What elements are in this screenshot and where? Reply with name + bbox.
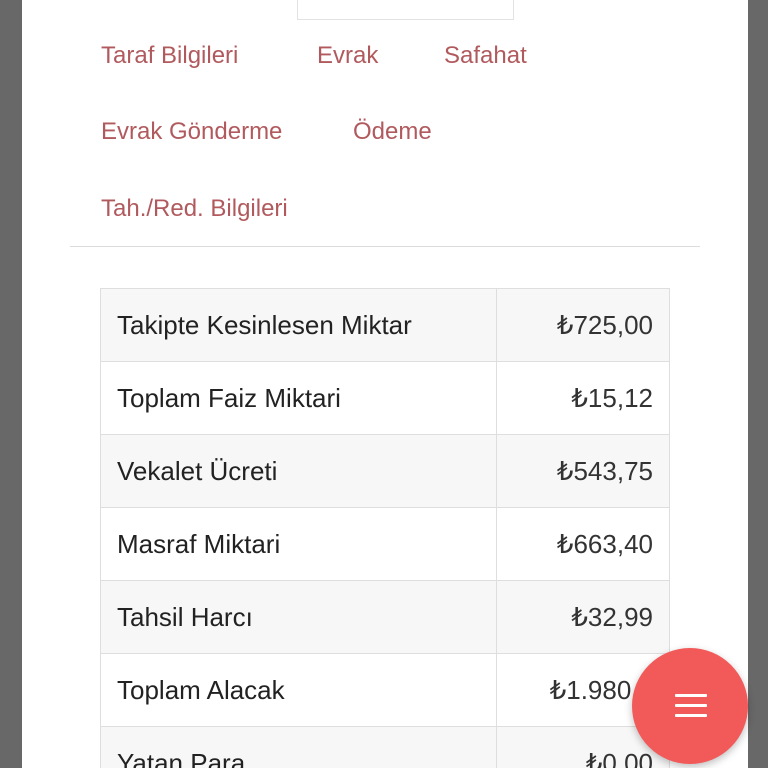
row-value: ₺543,75 [496,434,670,508]
row-label: Vekalet Ücreti [100,434,497,508]
table-row: Tahsil Harcı ₺32,99 [100,580,670,654]
row-label: Tahsil Harcı [100,580,497,654]
table-row: Takipte Kesinlesen Miktar ₺725,00 [100,288,670,362]
tab-tah-red-bilgileri[interactable]: Tah./Red. Bilgileri [101,194,288,224]
table-row: Yatan Para ₺0,00 [100,726,670,768]
row-label: Masraf Miktari [100,507,497,581]
menu-fab-button[interactable] [632,648,748,764]
table-row: Toplam Alacak ₺1.980,2 [100,653,670,727]
row-value: ₺725,00 [496,288,670,362]
amount-summary-table: Takipte Kesinlesen Miktar ₺725,00 Toplam… [100,288,670,768]
top-tab-border-right [513,0,514,20]
row-value: ₺663,40 [496,507,670,581]
table-row: Toplam Faiz Miktari ₺15,12 [100,361,670,435]
top-tab-border-left [297,0,298,20]
tab-taraf-bilgileri[interactable]: Taraf Bilgileri [101,41,238,71]
tab-odeme[interactable]: Ödeme [353,117,432,147]
case-detail-card: Taraf Bilgileri Evrak Safahat Evrak Gönd… [22,0,748,768]
row-label: Takipte Kesinlesen Miktar [100,288,497,362]
top-tab-border-bottom [298,19,514,20]
tab-evrak[interactable]: Evrak [317,41,378,71]
row-label: Yatan Para [100,726,497,768]
tab-safahat[interactable]: Safahat [444,41,527,71]
table-row: Masraf Miktari ₺663,40 [100,507,670,581]
row-label: Toplam Faiz Miktari [100,361,497,435]
row-value: ₺15,12 [496,361,670,435]
tabs-divider [70,246,700,247]
row-label: Toplam Alacak [100,653,497,727]
tab-evrak-gonderme[interactable]: Evrak Gönderme [101,117,282,147]
table-row: Vekalet Ücreti ₺543,75 [100,434,670,508]
row-value: ₺32,99 [496,580,670,654]
